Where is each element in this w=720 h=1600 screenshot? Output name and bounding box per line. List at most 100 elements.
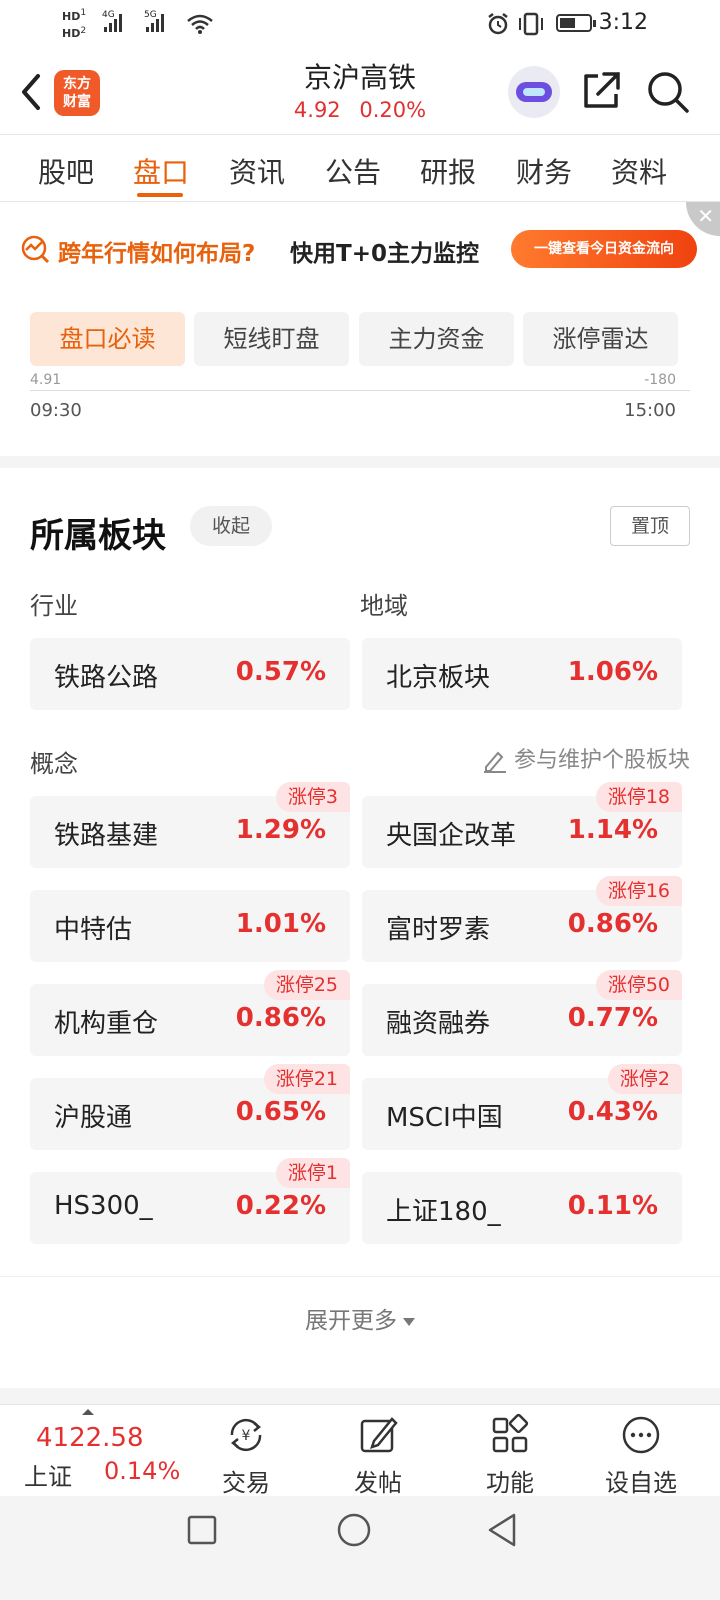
concept-card[interactable]: 中特估 1.01% bbox=[30, 890, 350, 962]
collapse-button[interactable]: 收起 bbox=[190, 506, 272, 546]
tab-research[interactable]: 研报 bbox=[420, 151, 476, 191]
sector-pct: 0.86% bbox=[567, 909, 658, 939]
assistant-robot-icon[interactable] bbox=[508, 66, 560, 118]
expand-up-icon[interactable] bbox=[82, 1409, 94, 1415]
sector-section: 所属板块 收起 置顶 行业 地域 铁路公路 0.57% 北京板块 1.06% 概… bbox=[0, 468, 720, 1388]
sector-pct: 1.14% bbox=[567, 815, 658, 845]
post-label: 发帖 bbox=[354, 1469, 402, 1497]
pin-top-button[interactable]: 置顶 bbox=[610, 506, 690, 546]
stock-tabs: 股吧 盘口 资讯 公告 研报 财务 资料 bbox=[0, 134, 720, 202]
tab-finance[interactable]: 财务 bbox=[516, 151, 572, 191]
sector-name: 北京板块 bbox=[386, 663, 491, 693]
tab-announcements[interactable]: 公告 bbox=[325, 151, 381, 191]
limit-up-badge: 涨停50 bbox=[595, 970, 682, 1000]
expand-more-button[interactable]: 展开更多 bbox=[0, 1276, 720, 1368]
promo-banner[interactable]: 跨年行情如何布局? 快用T+0主力监控 一键查看今日资金流向 ✕ bbox=[0, 202, 720, 302]
sim2-label: HD bbox=[62, 27, 81, 41]
sector-pct: 0.57% bbox=[235, 657, 326, 687]
limit-up-badge: 涨停18 bbox=[595, 782, 682, 812]
chart-start-time: 09:30 bbox=[30, 400, 82, 421]
concept-card[interactable]: HS300_ 0.22% 涨停1 bbox=[30, 1158, 350, 1244]
chart-trend-icon bbox=[21, 235, 50, 264]
trade-button[interactable]: ¥ 交易 bbox=[196, 1413, 296, 1498]
index-name[interactable]: 上证 bbox=[24, 1457, 72, 1492]
concept-card[interactable]: MSCI中国 0.43% 涨停2 bbox=[362, 1064, 682, 1150]
concept-card[interactable]: 机构重仓 0.86% 涨停25 bbox=[30, 970, 350, 1056]
promo-subtitle: 快用T+0主力监控 bbox=[290, 241, 479, 267]
sector-pct: 1.29% bbox=[235, 815, 326, 845]
region-label: 地域 bbox=[360, 592, 408, 620]
close-icon[interactable]: ✕ bbox=[686, 202, 720, 236]
concept-card[interactable]: 上证180_ 0.11% bbox=[362, 1172, 682, 1244]
status-bar: HD1 HD2 4G 5G 3:12 bbox=[0, 0, 720, 48]
sector-pct: 0.65% bbox=[235, 1097, 326, 1127]
trade-label: 交易 bbox=[222, 1469, 270, 1497]
fund-flow-button[interactable]: 一键查看今日资金流向 bbox=[511, 230, 697, 268]
sector-pct: 1.06% bbox=[567, 657, 658, 687]
sector-name: 机构重仓 bbox=[54, 1009, 159, 1039]
search-icon[interactable] bbox=[646, 70, 690, 114]
add-watchlist-button[interactable]: 设自选 bbox=[591, 1413, 691, 1498]
chart-baseline bbox=[30, 390, 690, 391]
pill-must-read[interactable]: 盘口必读 bbox=[30, 312, 185, 366]
concept-card[interactable]: 铁路基建 1.29% 涨停3 bbox=[30, 782, 350, 868]
back-nav-icon[interactable] bbox=[486, 1512, 518, 1548]
intraday-chart-axis: 4.91 -180 09:30 15:00 bbox=[0, 372, 720, 456]
network-1-label: 4G bbox=[102, 10, 115, 20]
sector-name: MSCI中国 bbox=[386, 1103, 503, 1133]
sector-pct: 0.77% bbox=[567, 1003, 658, 1033]
tab-profile[interactable]: 资料 bbox=[611, 151, 667, 191]
share-icon[interactable] bbox=[580, 70, 622, 112]
sector-name: 融资融券 bbox=[386, 1009, 491, 1039]
index-pct[interactable]: 0.14% bbox=[104, 1457, 180, 1485]
more-dots-icon bbox=[622, 1416, 660, 1454]
region-card[interactable]: 北京板块 1.06% bbox=[362, 638, 682, 710]
pill-limit-up-radar[interactable]: 涨停雷达 bbox=[523, 312, 678, 366]
sector-pct: 0.22% bbox=[235, 1191, 326, 1221]
caret-down-icon bbox=[403, 1317, 415, 1326]
promo-title: 跨年行情如何布局? bbox=[58, 241, 256, 267]
limit-up-badge: 涨停3 bbox=[275, 782, 350, 812]
system-nav-bar bbox=[0, 1496, 720, 1600]
industry-card[interactable]: 铁路公路 0.57% bbox=[30, 638, 350, 710]
sim1-label: HD bbox=[62, 9, 81, 23]
sector-name: 富时罗素 bbox=[386, 915, 491, 945]
clock: 3:12 bbox=[598, 10, 648, 35]
pill-short-term[interactable]: 短线盯盘 bbox=[194, 312, 349, 366]
concept-card[interactable]: 央国企改革 1.14% 涨停18 bbox=[362, 782, 682, 868]
concept-card[interactable]: 富时罗素 0.86% 涨停16 bbox=[362, 876, 682, 962]
limit-up-badge: 涨停1 bbox=[275, 1158, 350, 1188]
limit-up-badge: 涨停21 bbox=[263, 1064, 350, 1094]
home-icon[interactable] bbox=[336, 1512, 372, 1548]
sim-indicators: HD1 HD2 bbox=[62, 7, 87, 41]
tab-news[interactable]: 资讯 bbox=[229, 151, 285, 191]
compose-icon bbox=[360, 1417, 398, 1453]
post-button[interactable]: 发帖 bbox=[328, 1413, 428, 1498]
signal-2-icon: 5G bbox=[144, 10, 164, 32]
tab-pankou[interactable]: 盘口 bbox=[133, 151, 189, 191]
contribute-link[interactable]: 参与维护个股板块 bbox=[482, 742, 690, 774]
sector-pct: 0.86% bbox=[235, 1003, 326, 1033]
concept-card[interactable]: 沪股通 0.65% 涨停21 bbox=[30, 1064, 350, 1150]
sector-name: 沪股通 bbox=[54, 1103, 133, 1133]
svg-text:¥: ¥ bbox=[242, 1428, 251, 1444]
sector-pct: 0.43% bbox=[567, 1097, 658, 1127]
alarm-icon bbox=[488, 13, 508, 35]
concept-card[interactable]: 融资融券 0.77% 涨停50 bbox=[362, 970, 682, 1056]
sector-name: 铁路公路 bbox=[54, 663, 159, 693]
limit-up-badge: 涨停16 bbox=[595, 876, 682, 906]
sector-name: 上证180_ bbox=[386, 1197, 501, 1227]
bottom-toolbar: 4122.58 上证 0.14% ¥ 交易 发帖 功能 设自选 bbox=[0, 1404, 720, 1498]
pill-main-funds[interactable]: 主力资金 bbox=[359, 312, 514, 366]
active-tab-indicator bbox=[137, 193, 183, 197]
edit-icon bbox=[483, 751, 506, 773]
wifi-icon bbox=[187, 14, 213, 34]
functions-button[interactable]: 功能 bbox=[460, 1413, 560, 1498]
industry-label: 行业 bbox=[30, 592, 78, 620]
index-value[interactable]: 4122.58 bbox=[36, 1423, 144, 1453]
grid-icon bbox=[492, 1413, 529, 1453]
recent-apps-icon[interactable] bbox=[186, 1514, 218, 1546]
tab-guba[interactable]: 股吧 bbox=[38, 151, 94, 191]
stock-price: 4.92 bbox=[293, 98, 341, 122]
sector-name: 央国企改革 bbox=[386, 821, 517, 851]
